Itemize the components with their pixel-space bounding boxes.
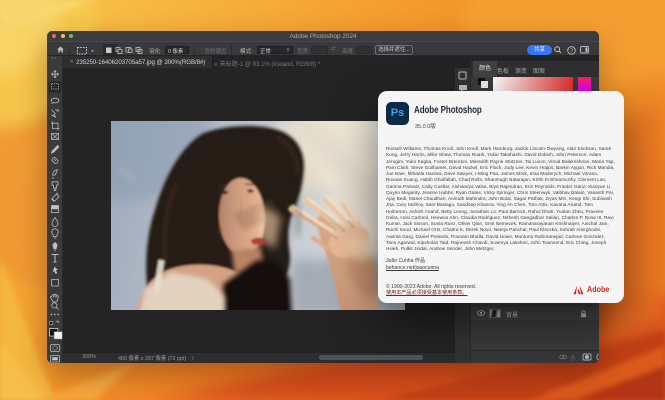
svg-text:fx: fx	[571, 355, 576, 362]
svg-text:?: ?	[570, 49, 573, 55]
